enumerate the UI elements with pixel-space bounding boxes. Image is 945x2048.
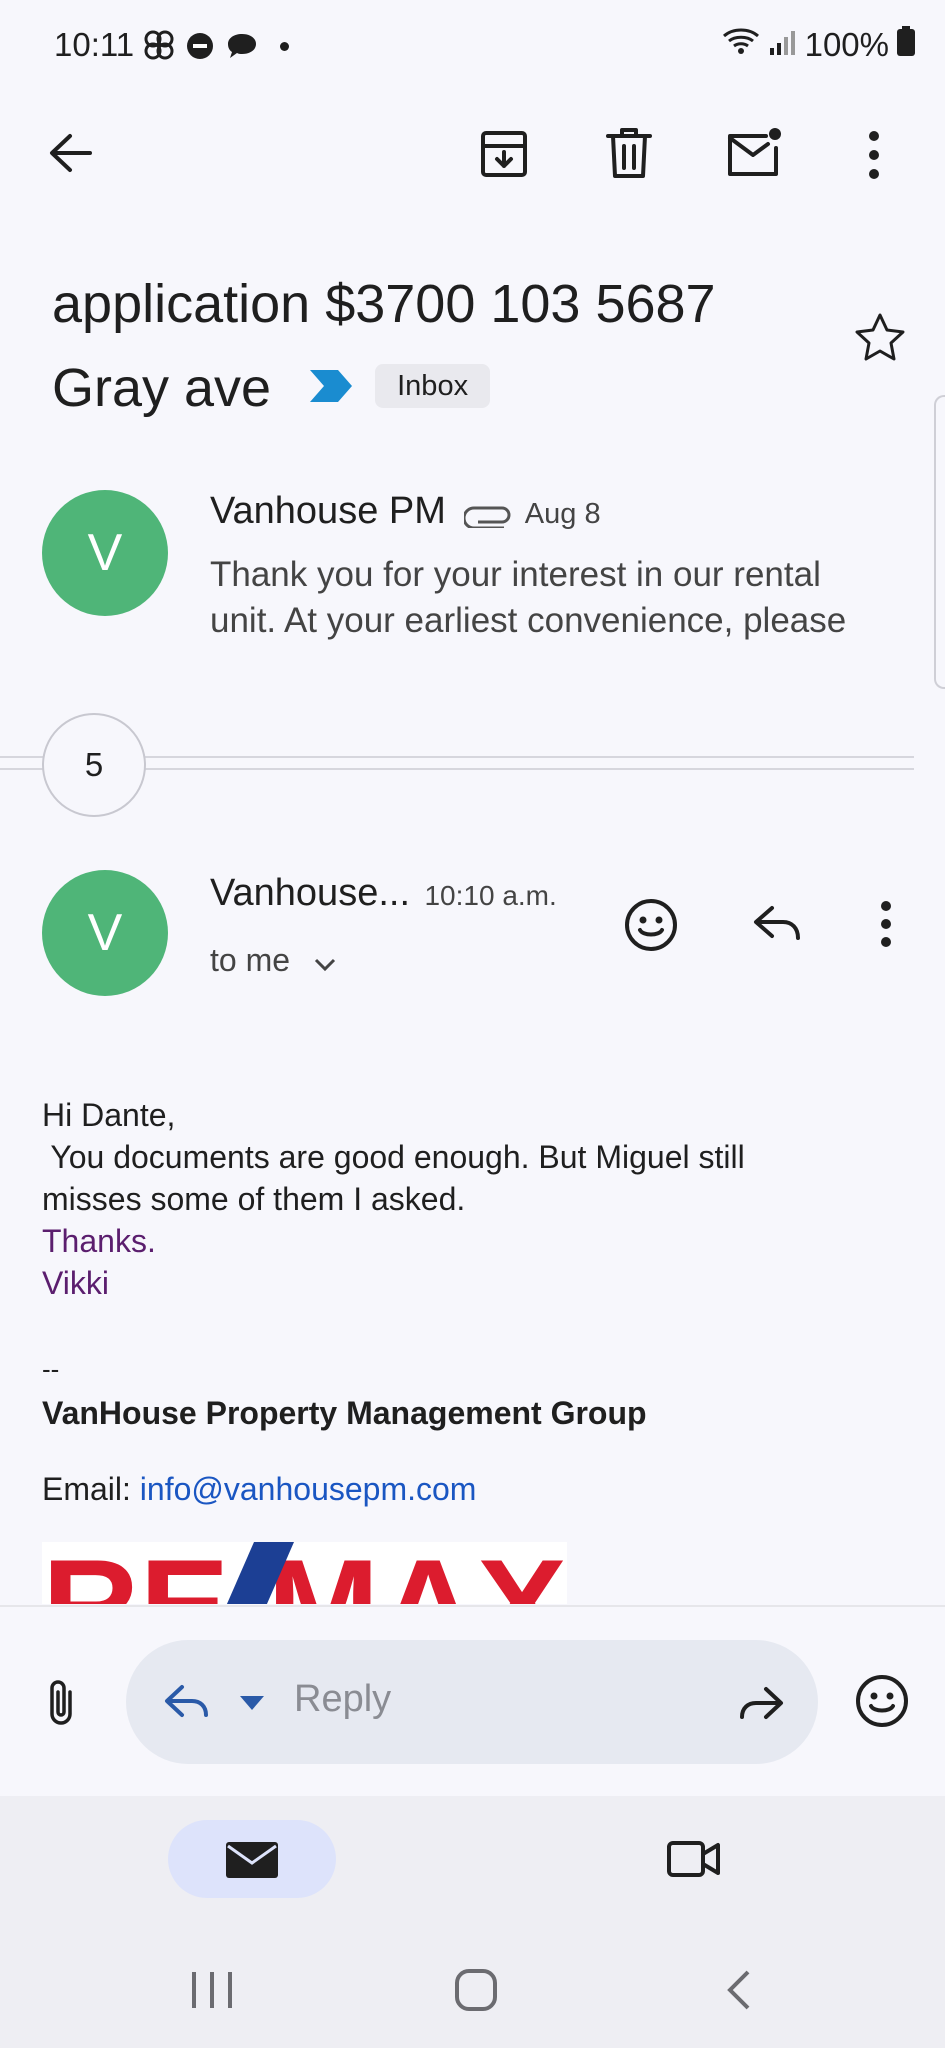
recent-apps-icon[interactable] [190,1970,234,2015]
notification-dot-icon [280,42,289,51]
recipient-toggle[interactable]: to me [210,942,337,981]
back-nav-icon[interactable] [724,1968,754,2017]
signoff-thanks: Thanks. [42,1223,156,1259]
body-line-1: You documents are good enough. But Migue… [42,1139,745,1175]
home-icon[interactable] [454,1968,498,2017]
recipient-label: to me [210,942,291,978]
signoff-name: Vikki [42,1265,109,1301]
message-1-header: Vanhouse PM Aug 8 [210,490,930,533]
importance-marker-icon [308,344,354,428]
chat-bubble-icon [226,32,258,67]
status-bar: 10:11 100% [0,0,945,95]
pinwheel-icon [142,28,176,67]
message-more-icon[interactable] [878,900,894,953]
inbox-label-chip[interactable]: Inbox [375,363,491,408]
forward-icon[interactable] [736,1684,786,1729]
star-icon[interactable] [854,312,906,367]
status-time: 10:11 [54,26,135,63]
preview-line-1: Thank you for your interest in our renta… [210,555,821,594]
message-collapsed-1[interactable]: V Vanhouse PM Aug 8 Thank you for your i… [0,470,934,660]
reply-type-icon[interactable] [162,1682,212,1729]
mark-unread-icon[interactable] [726,124,784,185]
trash-icon[interactable] [604,126,654,185]
remax-logo: RE/MAX [42,1542,567,1604]
message-2-header: Vanhouse... 10:10 a.m. [210,872,610,915]
system-nav-bar [0,1936,945,2048]
do-not-disturb-icon [186,32,214,65]
email-row: Email: info@vanhousepm.com [42,1468,902,1510]
emoji-icon[interactable] [855,1674,909,1733]
signature-separator: -- [42,1354,60,1384]
reply-icon[interactable] [752,902,802,951]
caret-down-icon[interactable] [240,1696,264,1715]
company-name: VanHouse Property Management Group [42,1395,647,1431]
sender-name: Vanhouse... [210,872,411,914]
subject-line-2-wrap: Gray ave Inbox [52,346,832,434]
bottom-nav [0,1796,945,1936]
message-time: 10:10 a.m. [424,880,557,911]
attachment-icon [462,504,512,533]
more-vert-icon[interactable] [866,130,882,185]
video-meet-icon[interactable] [666,1838,722,1885]
thread-subject: application $3700 103 5687 Gray ave Inbo… [52,262,832,434]
subject-line-1: application $3700 103 5687 [52,274,716,334]
subject-line-2: Gray ave [52,358,272,418]
avatar[interactable]: V [42,490,168,616]
email-link[interactable]: info@vanhousepm.com [140,1471,477,1507]
reply-placeholder: Reply [294,1678,392,1720]
svg-text:RE/MAX: RE/MAX [42,1542,567,1604]
sender-name: Vanhouse PM [210,490,446,532]
battery-percent: 100% [804,26,889,63]
battery-icon [897,26,915,64]
archive-icon[interactable] [478,128,530,185]
emoji-reaction-icon[interactable] [624,898,678,957]
mail-icon [224,1840,280,1885]
toolbar [0,110,945,200]
nav-mail-tab[interactable] [168,1820,336,1898]
attach-icon[interactable] [44,1678,78,1731]
preview-line-2: unit. At your earliest convenience, plea… [210,601,847,640]
chevron-down-icon [313,944,337,981]
collapsed-messages-count[interactable]: 5 [42,713,146,817]
reply-field[interactable]: Reply [126,1640,818,1764]
signal-icon [769,26,797,64]
body-line-2: misses some of them I asked. [42,1181,466,1217]
message-date: Aug 8 [524,498,601,530]
wifi-icon [721,26,761,64]
greeting: Hi Dante, [42,1097,176,1133]
status-right: 100% [721,26,915,64]
email-label: Email: [42,1471,140,1507]
back-arrow-icon[interactable] [46,130,96,181]
message-body: Hi Dante, You documents are good enough.… [42,1094,902,1510]
scrollbar[interactable] [934,395,945,689]
avatar[interactable]: V [42,870,168,996]
message-preview: Thank you for your interest in our renta… [210,552,930,644]
